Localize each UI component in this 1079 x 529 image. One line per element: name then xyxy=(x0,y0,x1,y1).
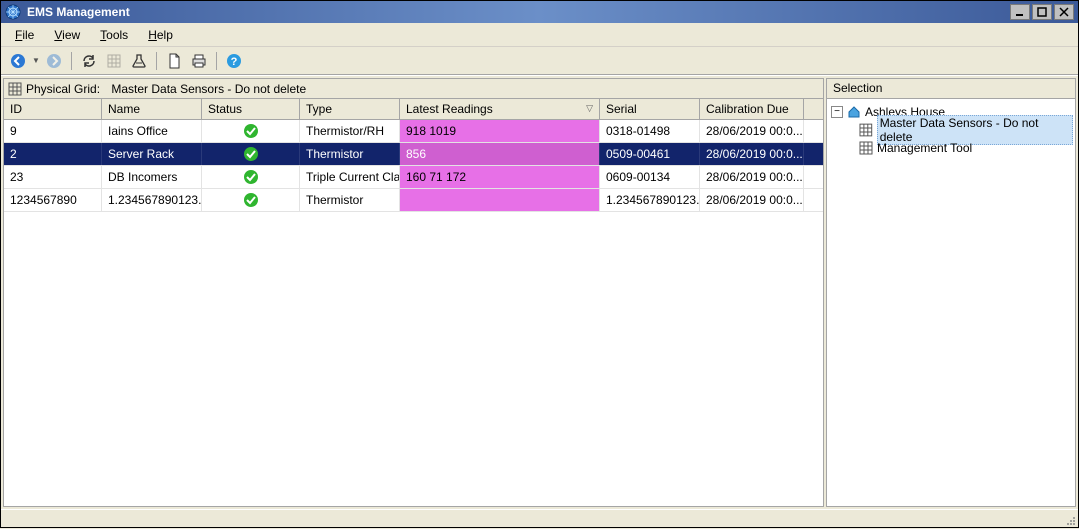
refresh-button[interactable] xyxy=(78,50,100,72)
close-button[interactable] xyxy=(1054,4,1074,20)
grid-panel: Physical Grid: Master Data Sensors - Do … xyxy=(3,78,824,507)
cell-readings: 918 1019 xyxy=(400,120,600,142)
selection-panel: Selection − Ashleys House Master Data Se… xyxy=(826,78,1076,507)
cell-readings xyxy=(400,189,600,211)
grid-icon xyxy=(8,82,22,96)
cell-id: 2 xyxy=(4,143,102,165)
cell-calibration: 28/06/2019 00:0... xyxy=(700,143,804,165)
cell-calibration: 28/06/2019 00:0... xyxy=(700,166,804,188)
sort-indicator-icon: ▽ xyxy=(586,103,593,114)
menu-bar: File View Tools Help xyxy=(1,23,1078,47)
table-row[interactable]: 9Iains Office Thermistor/RH918 10190318-0… xyxy=(4,120,823,143)
col-header-readings[interactable]: Latest Readings▽ xyxy=(400,99,600,119)
toolbar: ▼ ? xyxy=(1,47,1078,75)
grid-icon xyxy=(859,141,873,155)
title-bar: EMS Management xyxy=(1,1,1078,23)
cell-name: Iains Office xyxy=(102,120,202,142)
cell-serial: 0509-00461 xyxy=(600,143,700,165)
data-grid[interactable]: ID Name Status Type Latest Readings▽ Ser… xyxy=(4,99,823,506)
table-row[interactable]: 2Server Rack Thermistor8560509-0046128/06… xyxy=(4,143,823,166)
status-bar xyxy=(1,509,1078,527)
resize-grip-icon[interactable] xyxy=(1062,512,1076,526)
cell-calibration: 28/06/2019 00:0... xyxy=(700,120,804,142)
collapse-icon[interactable]: − xyxy=(831,106,843,118)
cell-status xyxy=(202,189,300,211)
table-row[interactable]: 23DB Incomers Triple Current Cla...160 71… xyxy=(4,166,823,189)
cell-id: 23 xyxy=(4,166,102,188)
menu-file[interactable]: File xyxy=(5,26,44,44)
back-button[interactable] xyxy=(7,50,29,72)
cell-serial: 1.234567890123... xyxy=(600,189,700,211)
grid-panel-caption: Physical Grid: Master Data Sensors - Do … xyxy=(4,79,823,99)
col-header-serial[interactable]: Serial xyxy=(600,99,700,119)
cell-status xyxy=(202,166,300,188)
cell-id: 1234567890 xyxy=(4,189,102,211)
cell-type: Triple Current Cla... xyxy=(300,166,400,188)
col-header-name[interactable]: Name xyxy=(102,99,202,119)
caption-prefix: Physical Grid: xyxy=(26,82,100,96)
cell-type: Thermistor xyxy=(300,189,400,211)
print-button[interactable] xyxy=(188,50,210,72)
flask-button[interactable] xyxy=(128,50,150,72)
menu-view[interactable]: View xyxy=(44,26,90,44)
selection-panel-title: Selection xyxy=(827,79,1075,99)
menu-tools[interactable]: Tools xyxy=(90,26,138,44)
tree-item[interactable]: Master Data Sensors - Do not delete xyxy=(829,121,1073,139)
col-header-type[interactable]: Type xyxy=(300,99,400,119)
grid-icon xyxy=(859,123,873,137)
grid-header: ID Name Status Type Latest Readings▽ Ser… xyxy=(4,99,823,120)
cell-type: Thermistor/RH xyxy=(300,120,400,142)
cell-readings: 160 71 172 xyxy=(400,166,600,188)
forward-button xyxy=(43,50,65,72)
col-header-calibration[interactable]: Calibration Due xyxy=(700,99,804,119)
app-icon xyxy=(5,4,21,20)
cell-id: 9 xyxy=(4,120,102,142)
window-title: EMS Management xyxy=(27,5,1008,19)
table-row[interactable]: 12345678901.234567890123...Thermistor1.2… xyxy=(4,189,823,212)
cell-name: Server Rack xyxy=(102,143,202,165)
cell-calibration: 28/06/2019 00:0... xyxy=(700,189,804,211)
cell-serial: 0318-01498 xyxy=(600,120,700,142)
col-header-id[interactable]: ID xyxy=(4,99,102,119)
col-header-status[interactable]: Status xyxy=(202,99,300,119)
cell-type: Thermistor xyxy=(300,143,400,165)
maximize-button[interactable] xyxy=(1032,4,1052,20)
cell-status xyxy=(202,143,300,165)
cell-serial: 0609-00134 xyxy=(600,166,700,188)
cell-readings: 856 xyxy=(400,143,600,165)
svg-text:?: ? xyxy=(231,56,238,68)
menu-help[interactable]: Help xyxy=(138,26,183,44)
minimize-button[interactable] xyxy=(1010,4,1030,20)
cell-name: 1.234567890123... xyxy=(102,189,202,211)
cell-name: DB Incomers xyxy=(102,166,202,188)
dropdown-arrow-icon[interactable]: ▼ xyxy=(32,56,40,65)
tree-item-label: Management Tool xyxy=(877,141,972,155)
selection-tree[interactable]: − Ashleys House Master Data Sensors - Do… xyxy=(827,99,1075,506)
caption-name: Master Data Sensors - Do not delete xyxy=(111,82,306,96)
grid-button xyxy=(103,50,125,72)
cell-status xyxy=(202,120,300,142)
document-button[interactable] xyxy=(163,50,185,72)
house-icon xyxy=(847,105,861,119)
help-button[interactable]: ? xyxy=(223,50,245,72)
